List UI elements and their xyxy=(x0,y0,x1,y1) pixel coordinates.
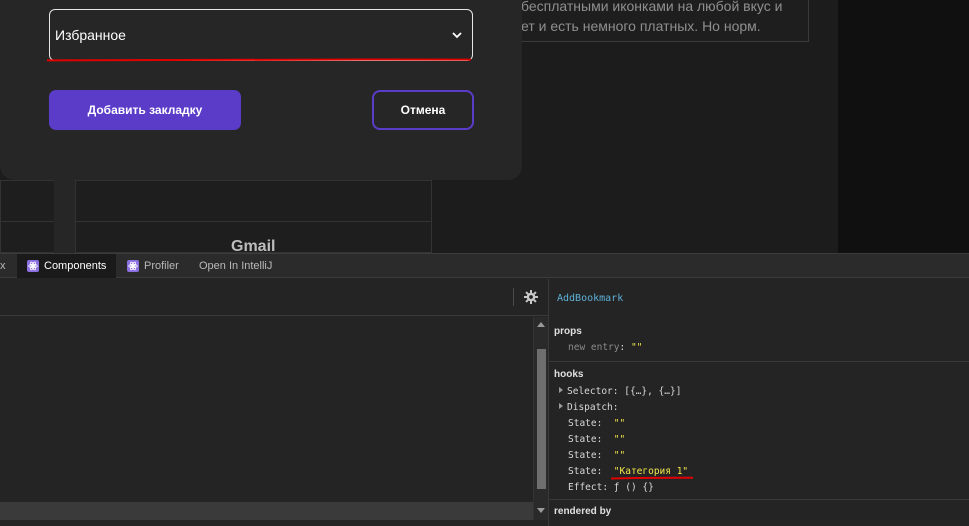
rendered-by-section-title: rendered by xyxy=(554,506,612,517)
category-select-value: Избранное xyxy=(55,27,126,43)
scroll-down-arrow-icon[interactable] xyxy=(537,508,545,513)
hook-row-state[interactable]: State: "" xyxy=(568,418,625,429)
tab-label: Profiler xyxy=(144,260,179,272)
components-toolbar xyxy=(0,279,549,316)
hook-row-state[interactable]: State: "" xyxy=(568,434,625,445)
expand-arrow-icon[interactable] xyxy=(559,403,563,409)
cancel-button[interactable]: Отмена xyxy=(372,90,474,130)
tab-console-truncated[interactable]: x xyxy=(0,254,14,278)
tab-open-in-intellij[interactable]: Open In IntelliJ xyxy=(199,254,289,278)
red-annotation-underline xyxy=(47,58,471,62)
section-divider xyxy=(549,361,969,362)
tree-scrollbar[interactable] xyxy=(533,317,548,520)
category-select[interactable]: Избранное xyxy=(49,9,473,61)
hook-row-selector[interactable]: Selector: [{…}, {…}] xyxy=(559,386,681,397)
toolbar-divider xyxy=(513,288,514,306)
scroll-up-arrow-icon[interactable] xyxy=(537,322,545,327)
card-text-line-2: ет и есть немного платных. Но норм. xyxy=(521,18,761,34)
hooks-section-title: hooks xyxy=(554,369,584,380)
red-annotation-underline xyxy=(611,476,693,480)
gear-icon[interactable] xyxy=(523,289,539,305)
component-inspector: props new entry: "" hooks Selector: [{…}… xyxy=(549,317,969,526)
props-section-title: props xyxy=(554,326,582,337)
background-cell xyxy=(75,180,432,222)
hook-row-dispatch[interactable]: Dispatch: xyxy=(559,402,619,413)
selected-component-name: AddBookmark xyxy=(557,293,624,304)
prop-row[interactable]: new entry: "" xyxy=(568,342,642,353)
right-dark-panel xyxy=(838,0,969,253)
tab-label: x xyxy=(0,260,6,272)
tab-label: Components xyxy=(44,260,107,272)
expand-arrow-icon[interactable] xyxy=(559,387,563,393)
scroll-thumb[interactable] xyxy=(537,349,546,489)
component-tree[interactable] xyxy=(0,317,533,526)
add-bookmark-button[interactable]: Добавить закладку xyxy=(49,90,241,130)
app-viewport: бесплатными иконками на любой вкус и ет … xyxy=(0,0,969,255)
react-icon xyxy=(127,260,139,272)
devtools-panel: x Components Profiler Open In IntelliJ A… xyxy=(0,253,969,526)
tree-selected-row[interactable] xyxy=(0,502,533,520)
card-text-line-1: бесплатными иконками на любой вкус и xyxy=(521,0,783,14)
add-bookmark-modal: Избранное Добавить закладку Отмена xyxy=(0,0,522,180)
hook-row-effect[interactable]: Effect: ƒ () {} xyxy=(568,482,654,493)
devtools-tabbar: x Components Profiler Open In IntelliJ xyxy=(0,253,969,278)
tab-label: Open In IntelliJ xyxy=(199,260,273,272)
react-icon xyxy=(27,260,39,272)
section-divider xyxy=(549,499,969,500)
prop-value: "" xyxy=(630,342,643,353)
background-cell xyxy=(0,221,56,253)
prop-key: new entry xyxy=(568,342,620,353)
background-card-text: бесплатными иконками на любой вкус и ет … xyxy=(521,0,811,36)
chevron-down-icon xyxy=(450,28,464,42)
tab-components[interactable]: Components xyxy=(17,254,116,278)
screen: бесплатными иконками на любой вкус и ет … xyxy=(0,0,969,526)
tab-profiler[interactable]: Profiler xyxy=(118,254,188,278)
background-cell xyxy=(0,180,56,222)
background-column xyxy=(54,180,76,253)
hook-row-state[interactable]: State: "" xyxy=(568,450,625,461)
